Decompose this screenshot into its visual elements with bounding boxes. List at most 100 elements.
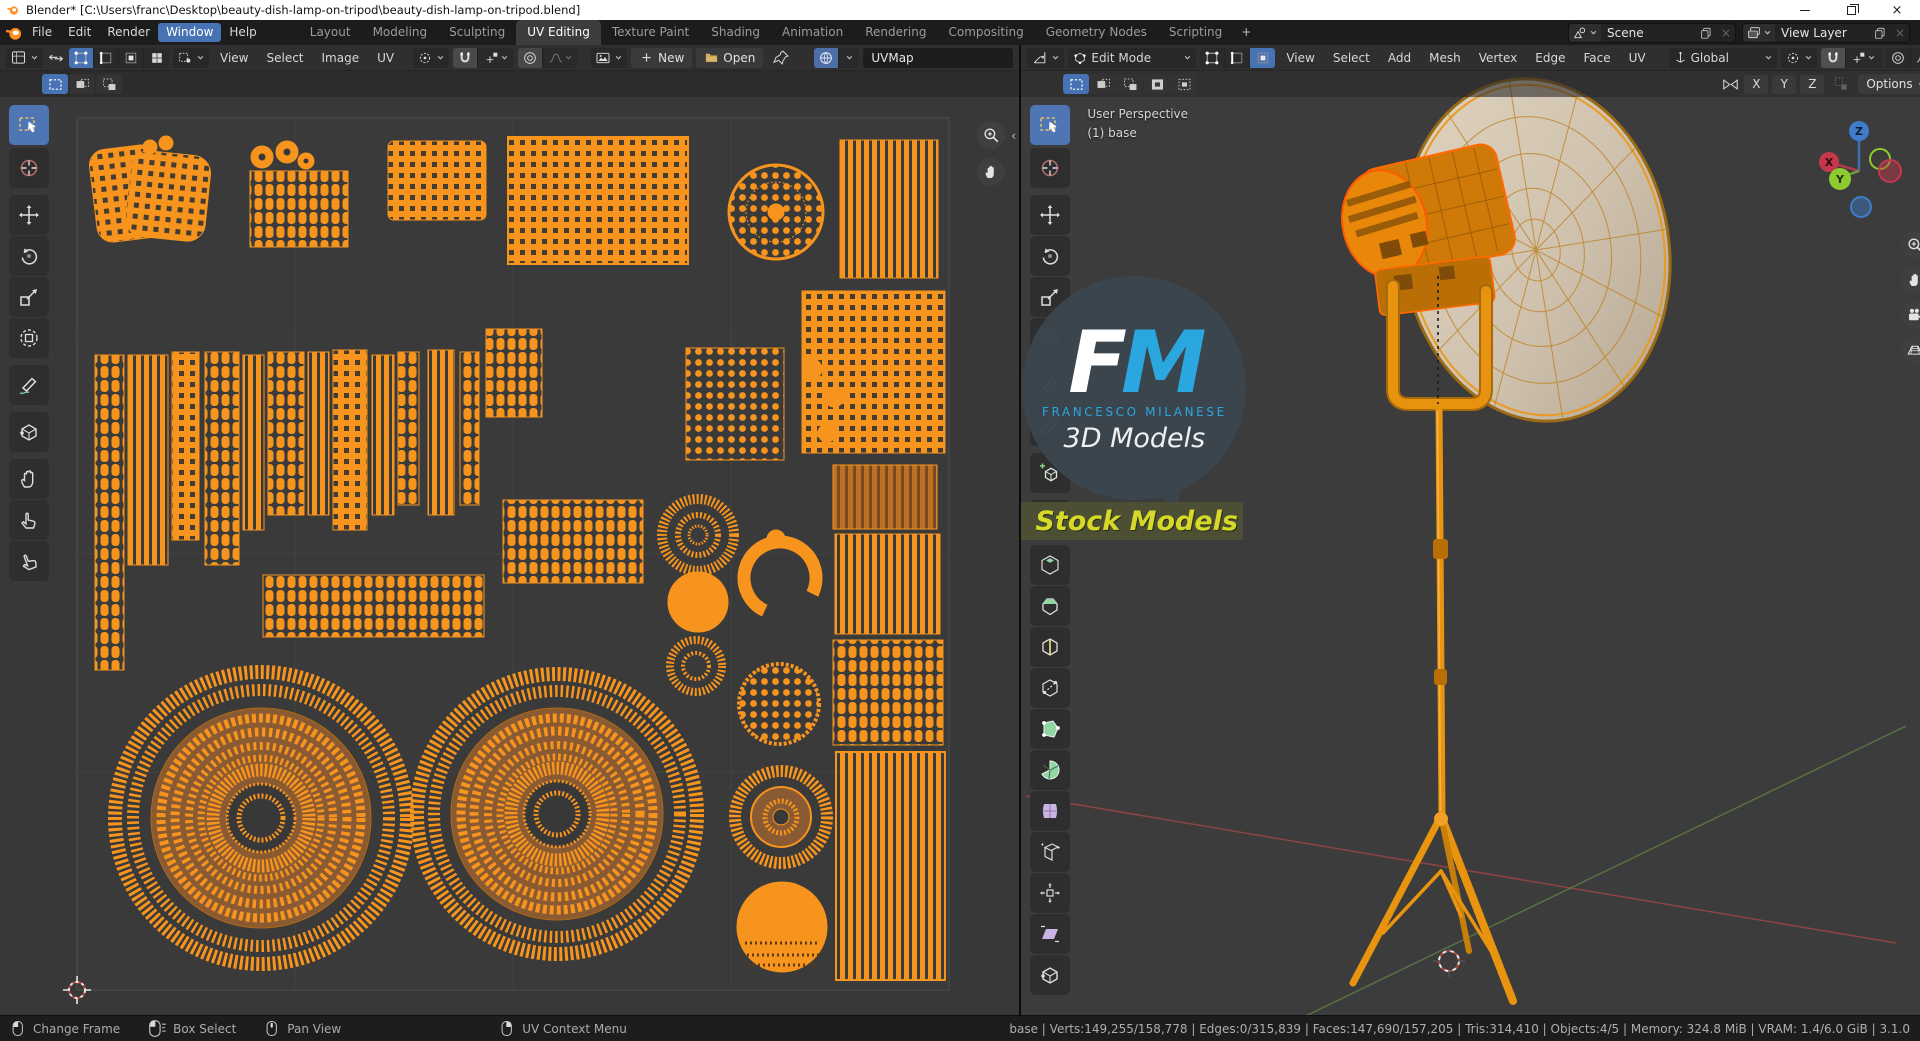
- tool-select-box[interactable]: [9, 105, 49, 145]
- restore-button[interactable]: [1828, 0, 1874, 20]
- uv-menu-select[interactable]: Select: [259, 48, 310, 68]
- view-layer-name[interactable]: View Layer: [1775, 26, 1869, 40]
- tool-rotate[interactable]: [9, 236, 49, 276]
- scene-selector[interactable]: Scene ×: [1568, 22, 1736, 43]
- tab-scripting[interactable]: Scripting: [1158, 20, 1233, 45]
- select-mode-invert-button[interactable]: [1144, 74, 1171, 94]
- vp-menu-face[interactable]: Face: [1576, 48, 1617, 68]
- menu-file[interactable]: File: [24, 23, 60, 42]
- unlink-scene-button[interactable]: ×: [1717, 26, 1735, 40]
- tool-annotate[interactable]: [9, 365, 49, 405]
- tool-inset-faces[interactable]: [1030, 545, 1071, 585]
- snap-with-dropdown[interactable]: [478, 48, 514, 68]
- proportional-editing-toggle[interactable]: [1886, 47, 1911, 68]
- vp-menu-mesh[interactable]: Mesh: [1422, 48, 1468, 68]
- menu-window[interactable]: Window: [158, 23, 222, 42]
- snap-with-dropdown[interactable]: [1846, 48, 1882, 68]
- tool-scale[interactable]: [9, 277, 49, 317]
- uv-sync-selection-toggle[interactable]: [47, 49, 65, 67]
- mode-dropdown[interactable]: Edit Mode: [1068, 47, 1197, 68]
- select-mode-subtract-button[interactable]: [96, 74, 122, 94]
- tool-shrink-fatten[interactable]: [1030, 873, 1071, 913]
- uv-map-name-field[interactable]: UVMap: [863, 47, 1014, 68]
- options-dropdown[interactable]: Options: [1858, 74, 1920, 94]
- blender-logo-icon[interactable]: [4, 23, 24, 43]
- tool-shear[interactable]: [1030, 914, 1071, 954]
- tool-poly-build[interactable]: [1030, 709, 1071, 749]
- view-layer-selector[interactable]: View Layer ×: [1742, 22, 1910, 43]
- gizmo-y-label[interactable]: Y: [1835, 173, 1845, 186]
- uv-map-dropdown[interactable]: [839, 48, 859, 68]
- transform-orientation-dropdown[interactable]: Global: [1668, 47, 1777, 68]
- tab-animation[interactable]: Animation: [771, 20, 854, 45]
- tool-rotate[interactable]: [1030, 236, 1071, 276]
- proportional-falloff-dropdown[interactable]: [543, 48, 577, 68]
- vp-menu-edge[interactable]: Edge: [1528, 48, 1572, 68]
- select-mode-new-button[interactable]: [42, 74, 68, 94]
- select-mode-subtract-button[interactable]: [1117, 74, 1144, 94]
- minimize-button[interactable]: [1782, 0, 1828, 20]
- tool-bevel[interactable]: [1030, 586, 1071, 626]
- tool-grab[interactable]: [9, 459, 49, 499]
- uv-menu-view[interactable]: View: [213, 48, 255, 68]
- tab-shading[interactable]: Shading: [700, 20, 771, 45]
- sticky-selection-dropdown[interactable]: [173, 47, 209, 68]
- tool-select-box[interactable]: [1030, 105, 1071, 145]
- uv-select-edge-button[interactable]: [94, 47, 119, 68]
- menu-help[interactable]: Help: [221, 23, 264, 42]
- vp-menu-select[interactable]: Select: [1326, 48, 1377, 68]
- remove-view-layer-button[interactable]: ×: [1891, 26, 1909, 40]
- uv-menu-uv[interactable]: UV: [370, 48, 401, 68]
- pivot-point-dropdown[interactable]: [413, 47, 450, 68]
- tool-loop-cut[interactable]: [1030, 627, 1071, 667]
- mirror-z-button[interactable]: Z: [1800, 74, 1825, 94]
- mirror-icon[interactable]: [1721, 75, 1740, 94]
- pin-icon[interactable]: [773, 49, 790, 66]
- tab-uv-editing[interactable]: UV Editing: [516, 20, 601, 45]
- tool-edge-slide[interactable]: [1030, 832, 1071, 872]
- tab-texture-paint[interactable]: Texture Paint: [601, 20, 700, 45]
- select-mode-intersect-button[interactable]: [1171, 74, 1198, 94]
- tool-transform[interactable]: [9, 318, 49, 358]
- tool-cursor[interactable]: [9, 148, 49, 188]
- tab-geometry-nodes[interactable]: Geometry Nodes: [1035, 20, 1158, 45]
- gizmo-z-label[interactable]: Z: [1855, 125, 1863, 138]
- new-image-button[interactable]: New: [631, 47, 693, 68]
- open-image-button[interactable]: Open: [696, 47, 764, 68]
- tool-knife[interactable]: [1030, 668, 1071, 708]
- vp-menu-uv[interactable]: UV: [1622, 48, 1653, 68]
- tool-move[interactable]: [9, 195, 49, 235]
- snap-base-icon[interactable]: [1832, 75, 1850, 93]
- scene-name[interactable]: Scene: [1601, 26, 1695, 40]
- mirror-x-button[interactable]: X: [1744, 74, 1769, 94]
- tool-relax[interactable]: [9, 500, 49, 540]
- face-select-button[interactable]: [1250, 47, 1276, 68]
- navigation-gizmo[interactable]: Z X Y: [1804, 113, 1914, 223]
- active-uv-map-icon[interactable]: [814, 47, 840, 68]
- vertex-select-button[interactable]: [1200, 47, 1226, 68]
- uv-select-island-button[interactable]: [144, 48, 169, 68]
- uv-sidebar-toggle[interactable]: ‹: [1011, 129, 1016, 144]
- tool-rip-region[interactable]: [1030, 955, 1071, 995]
- uv-canvas[interactable]: [0, 71, 1019, 1015]
- vp-menu-add[interactable]: Add: [1381, 48, 1418, 68]
- gizmo-neg-z[interactable]: [1849, 196, 1872, 218]
- select-mode-extend-button[interactable]: [69, 74, 95, 94]
- tool-cursor[interactable]: [1030, 148, 1071, 188]
- select-mode-new-button[interactable]: [1063, 74, 1090, 94]
- snap-toggle[interactable]: [1820, 47, 1846, 68]
- tab-sculpting[interactable]: Sculpting: [438, 20, 516, 45]
- pivot-point-dropdown[interactable]: [1780, 47, 1817, 68]
- uv-select-face-button[interactable]: [119, 47, 144, 68]
- mirror-y-button[interactable]: Y: [1772, 74, 1797, 94]
- gizmo-x-label[interactable]: X: [1824, 156, 1833, 169]
- tab-layout[interactable]: Layout: [299, 20, 362, 45]
- tool-rip-region[interactable]: [9, 412, 49, 452]
- snap-toggle[interactable]: [453, 47, 479, 68]
- edge-select-button[interactable]: [1225, 47, 1251, 68]
- tab-modeling[interactable]: Modeling: [362, 20, 439, 45]
- tool-spin[interactable]: [1030, 750, 1071, 790]
- new-view-layer-button[interactable]: [1869, 26, 1891, 40]
- editor-type-button[interactable]: [6, 47, 43, 68]
- vp-menu-vertex[interactable]: Vertex: [1472, 48, 1525, 68]
